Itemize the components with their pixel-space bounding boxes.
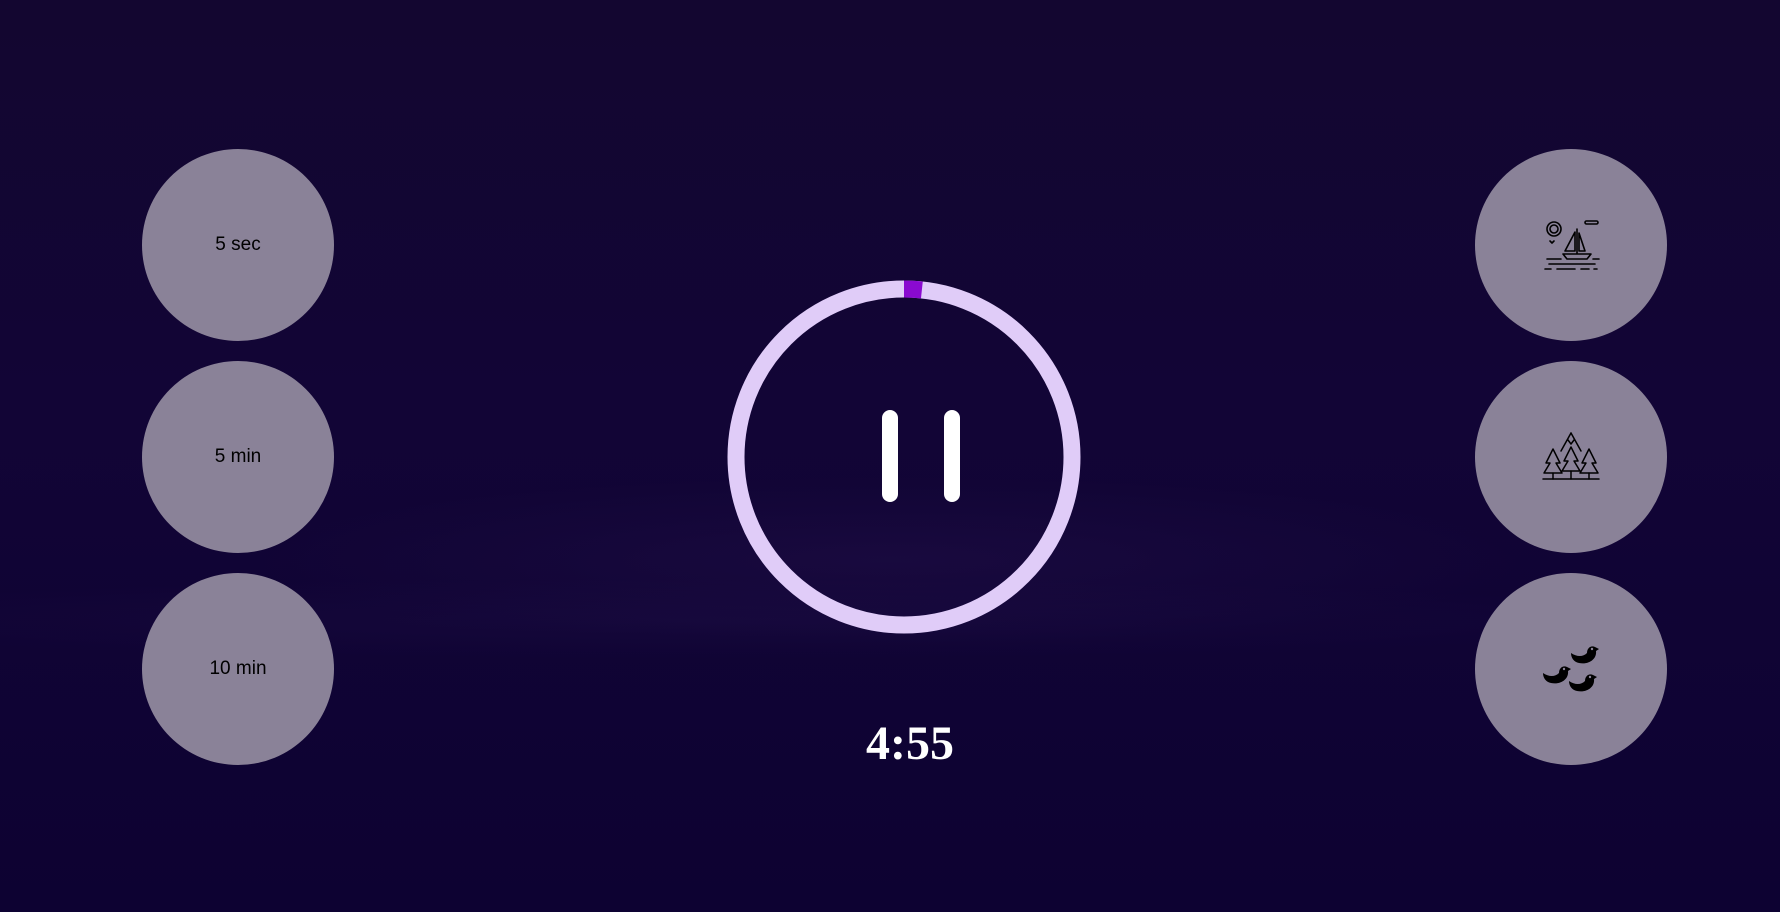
duration-label: 5 min — [214, 446, 262, 467]
pause-icon-bar — [882, 410, 898, 502]
pause-button[interactable] — [870, 404, 966, 504]
meditation-app: 5 sec 5 min 10 min 4:55 — [0, 0, 1780, 912]
duration-label: 10 min — [209, 658, 267, 679]
birds-icon — [1543, 646, 1599, 692]
forest-icon — [1542, 432, 1600, 480]
pause-icon-bar — [944, 410, 960, 502]
sound-beach-button[interactable] — [1475, 149, 1667, 341]
duration-10-min-button[interactable]: 10 min — [142, 573, 334, 765]
duration-5-min-button[interactable]: 5 min — [142, 361, 334, 553]
duration-5-sec-button[interactable]: 5 sec — [142, 149, 334, 341]
sound-birds-button[interactable] — [1475, 573, 1667, 765]
duration-label: 5 sec — [215, 234, 261, 255]
time-remaining: 4:55 — [866, 717, 954, 770]
sound-forest-button[interactable] — [1475, 361, 1667, 553]
sailboat-icon — [1544, 220, 1600, 270]
